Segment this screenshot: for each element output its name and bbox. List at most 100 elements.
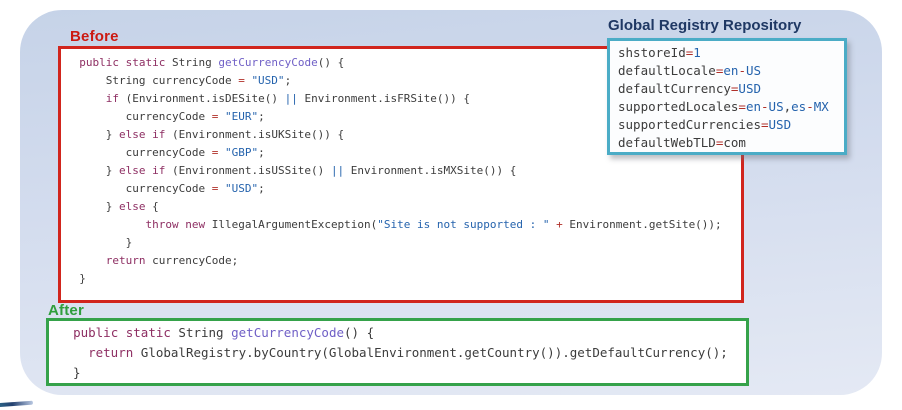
code-line: supportedLocales=en-US,es-MX	[618, 98, 844, 116]
code-token: defaultLocale	[618, 63, 716, 78]
code-token	[66, 218, 145, 231]
code-token: es	[791, 99, 806, 114]
code-token: "Site is not supported : "	[377, 218, 549, 231]
code-token: =	[238, 74, 245, 87]
code-token: ;	[258, 182, 265, 195]
code-token: IllegalArgumentException(	[205, 218, 377, 231]
code-token: getCurrencyCode	[218, 56, 317, 69]
before-label: Before	[70, 28, 119, 45]
code-token: else	[119, 200, 146, 213]
code-token: else	[119, 128, 146, 141]
code-token: }	[66, 128, 119, 141]
code-token: (Environment.isDESite()	[119, 92, 285, 105]
code-token	[218, 182, 225, 195]
code-token: currencyCode	[66, 110, 212, 123]
code-token	[119, 56, 126, 69]
code-line: return currencyCode;	[66, 252, 741, 270]
code-token: Environment.isFRSite()) {	[298, 92, 470, 105]
code-token: defaultCurrency	[618, 81, 731, 96]
code-line: supportedCurrencies=USD	[618, 116, 844, 134]
code-token: getCurrencyCode	[231, 325, 344, 340]
code-token	[218, 110, 225, 123]
registry-entries: shstoreId=1defaultLocale=en-USdefaultCur…	[618, 44, 844, 152]
code-token	[66, 254, 106, 267]
code-token	[118, 325, 126, 340]
code-line: return GlobalRegistry.byCountry(GlobalEn…	[58, 343, 746, 363]
code-token: GlobalRegistry.byCountry(GlobalEnvironme…	[133, 345, 728, 360]
code-token: }	[58, 365, 81, 380]
code-token: com	[723, 135, 746, 150]
code-token: supportedCurrencies	[618, 117, 761, 132]
code-token: ;	[258, 110, 265, 123]
code-line: throw new IllegalArgumentException("Site…	[66, 216, 741, 234]
code-token: supportedLocales	[618, 99, 738, 114]
code-token: else	[119, 164, 146, 177]
code-token: () {	[318, 56, 345, 69]
code-line: shstoreId=1	[618, 44, 844, 62]
code-token: new	[185, 218, 205, 231]
code-line: }	[66, 234, 741, 252]
slide-canvas: Before public static String getCurrencyC…	[0, 0, 902, 410]
code-token: throw	[145, 218, 178, 231]
code-token: public	[73, 325, 118, 340]
code-token: -	[806, 99, 814, 114]
code-token: static	[126, 56, 166, 69]
code-line: }	[58, 363, 746, 383]
code-token: static	[126, 325, 171, 340]
code-token: currencyCode;	[146, 254, 239, 267]
code-token: -	[738, 63, 746, 78]
code-token	[58, 325, 73, 340]
after-code: public static String getCurrencyCode() {…	[58, 323, 746, 383]
code-token: return	[88, 345, 133, 360]
code-token: String currencyCode	[66, 74, 238, 87]
code-line: defaultLocale=en-US	[618, 62, 844, 80]
code-line: public static String getCurrencyCode() {	[58, 323, 746, 343]
code-token: "USD"	[251, 74, 284, 87]
bottom-left-accent-shape	[0, 401, 33, 408]
code-line: } else {	[66, 198, 741, 216]
code-token: en	[746, 99, 761, 114]
code-token: US	[746, 63, 761, 78]
code-token: String	[165, 56, 218, 69]
code-line: defaultCurrency=USD	[618, 80, 844, 98]
code-token: () {	[344, 325, 374, 340]
after-label: After	[48, 302, 84, 319]
code-token: ||	[331, 164, 344, 177]
code-line: currencyCode = "USD";	[66, 180, 741, 198]
code-token: en	[723, 63, 738, 78]
code-token: {	[145, 200, 158, 213]
code-token: 1	[693, 45, 701, 60]
code-token: public	[79, 56, 119, 69]
code-token: "EUR"	[225, 110, 258, 123]
code-token: Environment.getSite());	[563, 218, 722, 231]
code-token: shstoreId	[618, 45, 686, 60]
code-token: -	[761, 99, 769, 114]
registry-title: Global Registry Repository	[608, 17, 801, 34]
code-token	[66, 56, 79, 69]
code-token: "USD"	[225, 182, 258, 195]
code-token: ||	[285, 92, 298, 105]
code-token: return	[106, 254, 146, 267]
code-token: currencyCode	[66, 146, 212, 159]
code-token: Environment.isMXSite()) {	[344, 164, 516, 177]
after-code-box: public static String getCurrencyCode() {…	[46, 318, 749, 386]
code-token: }	[66, 272, 86, 285]
code-line: } else if (Environment.isUSSite() || Env…	[66, 162, 741, 180]
slide-panel: Before public static String getCurrencyC…	[20, 10, 882, 395]
code-line: }	[66, 270, 741, 288]
code-token: defaultWebTLD	[618, 135, 716, 150]
code-token: +	[556, 218, 563, 231]
code-token: }	[66, 200, 119, 213]
code-token: ;	[258, 146, 265, 159]
code-token: }	[66, 236, 132, 249]
code-token: ,	[784, 99, 792, 114]
code-token: USD	[769, 117, 792, 132]
code-token	[218, 146, 225, 159]
code-token: "GBP"	[225, 146, 258, 159]
code-token: }	[66, 164, 119, 177]
code-token: =	[761, 117, 769, 132]
code-token: MX	[814, 99, 829, 114]
code-token: =	[738, 99, 746, 114]
registry-box: shstoreId=1defaultLocale=en-USdefaultCur…	[607, 38, 847, 155]
code-token: String	[171, 325, 231, 340]
